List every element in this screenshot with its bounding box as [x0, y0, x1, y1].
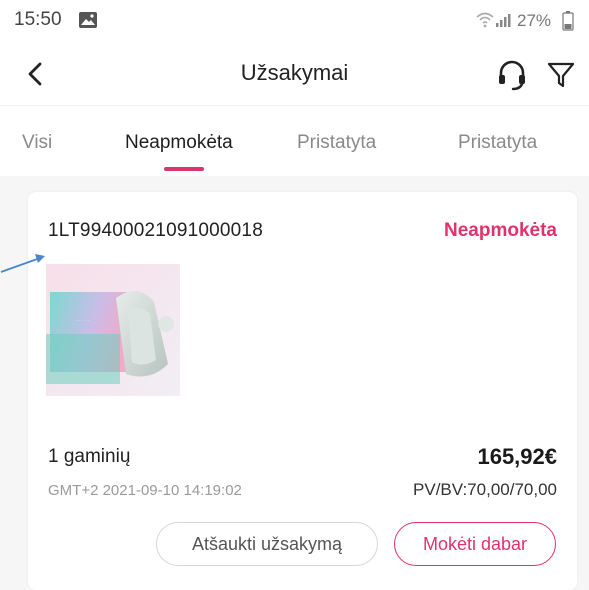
battery-level: 27%: [517, 11, 552, 30]
order-number: 1LT99400021091000018: [48, 220, 263, 241]
order-total-price: 165,92€: [477, 444, 557, 469]
svg-text:· · · · ·: · · · · ·: [76, 318, 90, 324]
headset-icon[interactable]: [495, 58, 529, 92]
tab-unpaid[interactable]: Neapmokėta: [125, 132, 233, 154]
filter-icon[interactable]: [546, 60, 576, 90]
active-tab-indicator: [164, 167, 204, 171]
item-count: 1 gaminių: [48, 446, 131, 467]
tab-delivered[interactable]: Pristatyta: [297, 132, 376, 154]
tab-delivered-2[interactable]: Pristatyta: [458, 132, 537, 154]
cancel-order-button[interactable]: Atšaukti užsakymą: [156, 522, 378, 566]
battery-icon: [562, 11, 574, 31]
gallery-notification-icon: [79, 12, 97, 28]
order-pv-bv: PV/BV:70,00/70,00: [413, 480, 557, 499]
annotation-arrow-icon: [0, 254, 45, 273]
signal-icon: [496, 14, 511, 27]
wifi-icon: [476, 12, 494, 28]
order-status-badge: Neapmokėta: [444, 220, 557, 241]
status-bar: 15:50 27%: [0, 0, 589, 44]
status-time: 15:50: [14, 9, 62, 30]
order-card[interactable]: 1LT99400021091000018 Neapmokėta · · · · …: [28, 192, 577, 590]
app-header: Užsakymai: [0, 44, 589, 106]
product-thumbnail[interactable]: · · · · ·: [46, 264, 180, 396]
tab-all[interactable]: Visi: [22, 132, 52, 154]
order-date: GMT+2 2021-09-10 14:19:02: [48, 482, 242, 499]
order-tabs: Visi Neapmokėta Pristatyta Pristatyta: [0, 106, 589, 176]
pay-now-button[interactable]: Mokėti dabar: [394, 522, 556, 566]
